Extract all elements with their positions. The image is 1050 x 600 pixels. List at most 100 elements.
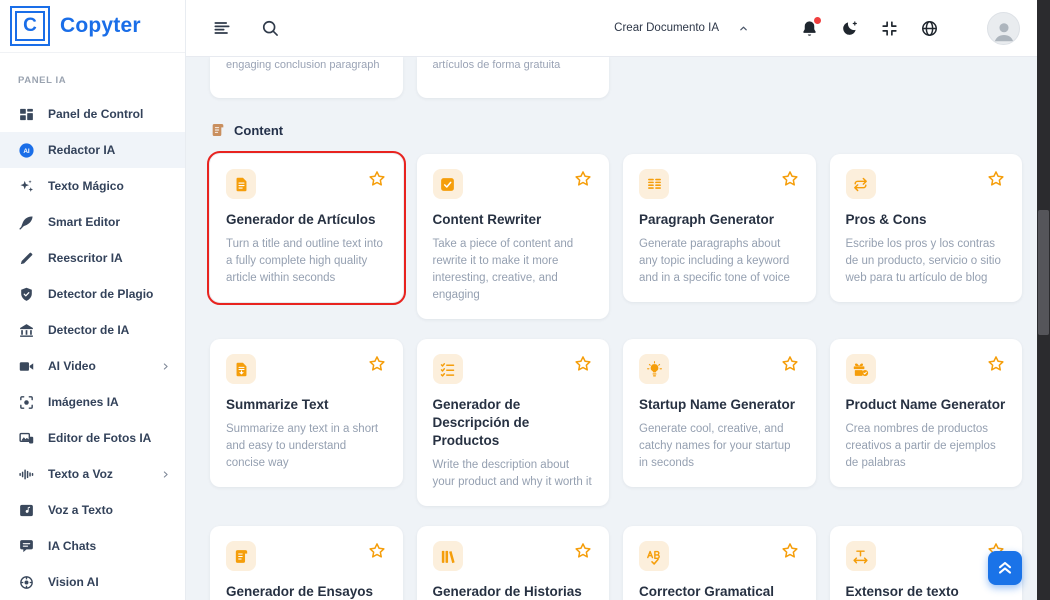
tool-card[interactable]: Corrector Gramatical Asegúrese de que no… <box>623 526 816 600</box>
tool-card-title: Corrector Gramatical <box>639 583 800 600</box>
sidebar-item[interactable]: Texto Mágico <box>0 168 185 204</box>
logo-letter: C <box>15 11 45 41</box>
sidebar-item[interactable]: Reescritor IA <box>0 240 185 276</box>
sidebar-item[interactable]: Editor de Fotos IA <box>0 420 185 456</box>
sidebar-item[interactable]: Vision AI <box>0 564 185 600</box>
topbar-action-button[interactable] <box>880 19 899 38</box>
tool-card[interactable]: Generador de Descripción de Productos Wr… <box>417 339 610 506</box>
sidebar-item[interactable]: Texto a Voz <box>0 456 185 492</box>
video-icon <box>18 358 35 375</box>
tool-card-header <box>226 354 387 384</box>
tool-card[interactable]: Pros & Cons Escribe los pros y los contr… <box>830 154 1023 302</box>
sidebar-item-label: Reescritor IA <box>48 251 171 265</box>
scroll-icon <box>226 541 256 571</box>
scroll-to-top-button[interactable] <box>988 551 1022 585</box>
shield-check-icon <box>18 286 35 303</box>
topbar-actions <box>800 19 939 38</box>
favorite-star-icon[interactable] <box>573 169 593 189</box>
vision-icon <box>18 574 35 591</box>
text-expand-icon <box>846 541 876 571</box>
favorite-star-icon[interactable] <box>573 354 593 374</box>
sidebar-item[interactable]: Imágenes IA <box>0 384 185 420</box>
favorite-star-icon[interactable] <box>780 354 800 374</box>
tool-card[interactable]: Generador de Artículos Turn a title and … <box>210 154 403 302</box>
sidebar-item[interactable]: IA Chats <box>0 528 185 564</box>
favorite-star-icon[interactable] <box>986 169 1006 189</box>
tool-card[interactable]: Paragraph Generator Generate paragraphs … <box>623 154 816 302</box>
sidebar-item[interactable]: Panel de Control <box>0 96 185 132</box>
sidebar-item-label: Vision AI <box>48 575 171 589</box>
sidebar-item-label: Texto a Voz <box>48 467 147 481</box>
tool-card[interactable]: Summarize Text Summarize any text in a s… <box>210 339 403 487</box>
sidebar-item-label: Redactor IA <box>48 143 171 157</box>
favorite-star-icon[interactable] <box>367 354 387 374</box>
scroll-icon <box>210 122 226 138</box>
check-square-icon <box>433 169 463 199</box>
chevron-up-icon <box>737 22 750 35</box>
favorite-star-icon[interactable] <box>986 354 1006 374</box>
topbar: Crear Documento IA <box>186 0 1050 57</box>
tool-card[interactable]: Generador de Ensayos Crea ensayos académ… <box>210 526 403 600</box>
compress-icon <box>880 19 899 38</box>
favorite-star-icon[interactable] <box>367 541 387 561</box>
brand-logo[interactable]: C Copyter <box>0 0 185 53</box>
tool-card-title: Startup Name Generator <box>639 396 800 414</box>
sidebar-item-label: Texto Mágico <box>48 179 171 193</box>
tool-card-partial[interactable]: artículos de forma gratuita <box>417 57 610 98</box>
topbar-action-button[interactable] <box>800 19 819 38</box>
tool-card-description: Generate paragraphs about any topic incl… <box>639 236 800 287</box>
tool-card-title: Generador de Historias <box>433 583 594 600</box>
tool-card[interactable]: Generador de Historias Permita que la IA… <box>417 526 610 600</box>
user-avatar[interactable] <box>987 12 1020 45</box>
grid-icon <box>18 106 35 123</box>
sidebar-item-label: Smart Editor <box>48 215 171 229</box>
user-icon <box>988 13 1019 44</box>
double-chevron-up-icon <box>995 558 1015 578</box>
photo-edit-icon <box>18 430 35 447</box>
tool-card-title: Content Rewriter <box>433 211 594 229</box>
tool-card[interactable]: Content Rewriter Take a piece of content… <box>417 154 610 319</box>
sidebar-item[interactable]: Voz a Texto <box>0 492 185 528</box>
menu-icon[interactable] <box>212 18 232 38</box>
moon-icon <box>840 19 859 38</box>
favorite-star-icon[interactable] <box>780 169 800 189</box>
favorite-star-icon[interactable] <box>367 169 387 189</box>
tool-card-header <box>433 354 594 384</box>
sidebar-item-label: Voz a Texto <box>48 503 171 517</box>
sidebar-item[interactable]: Smart Editor <box>0 204 185 240</box>
tool-card-header <box>846 541 1007 571</box>
scrollbar-thumb[interactable] <box>1038 210 1049 335</box>
tool-card-description: Write the description about your product… <box>433 457 594 491</box>
sidebar-item[interactable]: AI Video <box>0 348 185 384</box>
tool-card-title: Pros & Cons <box>846 211 1007 229</box>
tool-card-description: Turn a title and outline text into a ful… <box>226 236 387 287</box>
topbar-action-button[interactable] <box>840 19 859 38</box>
search-icon[interactable] <box>260 18 280 38</box>
tool-card-partial[interactable]: engaging conclusion paragraph <box>210 57 403 98</box>
columns-list-icon <box>639 169 669 199</box>
topbar-action-button[interactable] <box>920 19 939 38</box>
globe-icon <box>920 19 939 38</box>
tool-card-title: Paragraph Generator <box>639 211 800 229</box>
brand-name: Copyter <box>60 14 141 38</box>
swap-icon <box>846 169 876 199</box>
sidebar-item-label: AI Video <box>48 359 147 373</box>
create-document-dropdown[interactable]: Crear Documento IA <box>614 22 750 35</box>
main-area: Crear Documento IA <box>186 0 1050 600</box>
sidebar-item[interactable]: Detector de Plagio <box>0 276 185 312</box>
sidebar-item[interactable]: AI Redactor IA <box>0 132 185 168</box>
tool-card-description: Generate cool, creative, and catchy name… <box>639 421 800 472</box>
checklist-icon <box>433 354 463 384</box>
content-area[interactable]: engaging conclusion paragraph artículos … <box>186 57 1050 600</box>
partial-cards-row: engaging conclusion paragraph artículos … <box>210 57 1022 98</box>
favorite-star-icon[interactable] <box>780 541 800 561</box>
browser-scrollbar[interactable] <box>1037 0 1050 600</box>
sidebar-item[interactable]: Detector de IA <box>0 312 185 348</box>
favorite-star-icon[interactable] <box>573 541 593 561</box>
tool-card[interactable]: Startup Name Generator Generate cool, cr… <box>623 339 816 487</box>
books-icon <box>433 541 463 571</box>
sidebar-nav: Panel de Control AI Redactor IA Texto Má… <box>0 96 185 600</box>
spellcheck-icon <box>639 541 669 571</box>
tool-card-partial-text: artículos de forma gratuita <box>433 59 561 71</box>
tool-card[interactable]: Product Name Generator Crea nombres de p… <box>830 339 1023 487</box>
